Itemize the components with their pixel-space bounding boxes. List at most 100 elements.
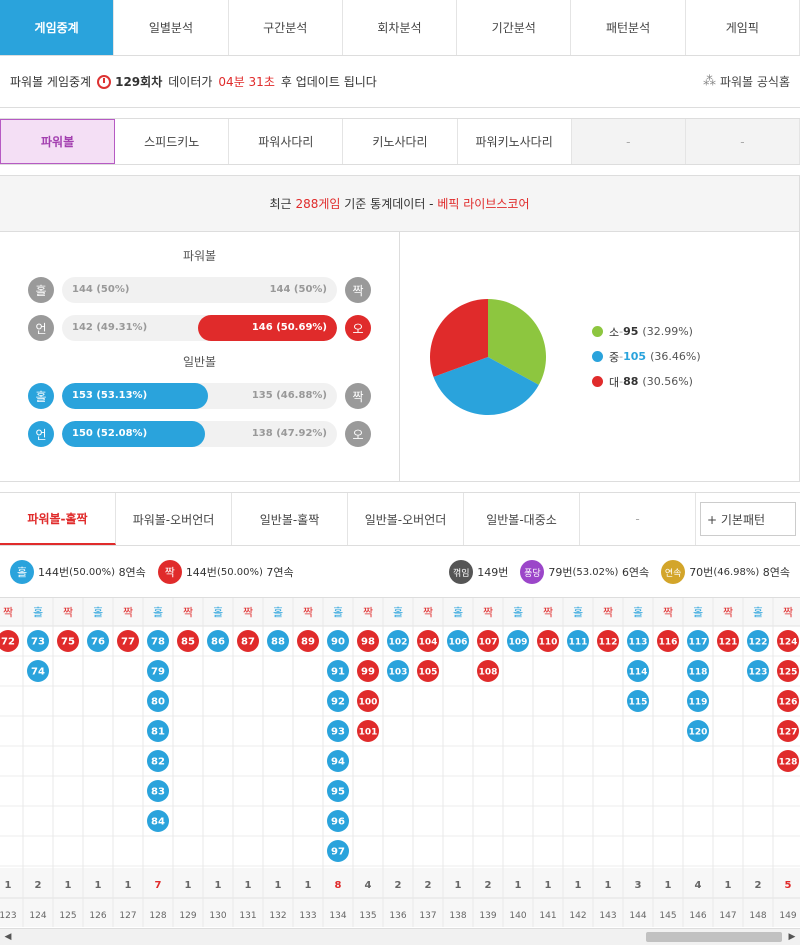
pattern-tab-3[interactable]: 일반볼-오버언더 bbox=[348, 493, 464, 545]
legend-dot-icon bbox=[592, 351, 603, 362]
result-ball-number: 120 bbox=[689, 728, 708, 738]
result-ball-number: 79 bbox=[151, 667, 165, 678]
streak-length: 2 bbox=[485, 880, 492, 891]
consecutive-pct: (46.98%) bbox=[713, 566, 760, 578]
result-ball-number: 126 bbox=[779, 698, 798, 708]
legend-pct: (30.56%) bbox=[642, 375, 693, 388]
column-header: 짝 bbox=[243, 606, 253, 619]
stat-track: 153 (53.13%) 135 (46.88%) bbox=[62, 383, 337, 409]
result-ball-number: 92 bbox=[331, 697, 345, 708]
break-count: 149번 bbox=[477, 566, 509, 579]
top-tab-1[interactable]: 일별분석 bbox=[114, 0, 229, 55]
column-index: 133 bbox=[299, 911, 316, 921]
column-index: 127 bbox=[119, 911, 136, 921]
result-ball-number: 128 bbox=[779, 758, 798, 768]
result-ball-number: 115 bbox=[629, 698, 648, 708]
pattern-tab-2[interactable]: 일반볼-홀짝 bbox=[232, 493, 348, 545]
streak-length: 1 bbox=[545, 880, 552, 891]
column-index: 148 bbox=[749, 911, 766, 921]
result-ball-number: 117 bbox=[689, 638, 708, 648]
streak-length: 1 bbox=[245, 880, 252, 891]
column-index: 146 bbox=[689, 911, 706, 921]
streak-length: 1 bbox=[65, 880, 72, 891]
column-index: 141 bbox=[539, 911, 556, 921]
stat-row-1: 언 142 (49.31%) 146 (50.69%) 오 bbox=[28, 314, 371, 342]
odd-badge: 홀 bbox=[10, 560, 34, 584]
consecutive-badge: 연속 bbox=[661, 560, 686, 584]
stat-right-value: 146 (50.69%) bbox=[251, 322, 327, 333]
result-ball-number: 91 bbox=[331, 667, 345, 678]
stat-left-value: 150 (52.08%) bbox=[72, 428, 148, 439]
pattern-tab-4[interactable]: 일반볼-대중소 bbox=[464, 493, 580, 545]
basic-pattern-button[interactable]: + 기본패턴 bbox=[700, 502, 796, 536]
column-index: 142 bbox=[569, 911, 586, 921]
sub-tab-1[interactable]: 스피드키노 bbox=[115, 119, 230, 164]
top-tab-2[interactable]: 구간분석 bbox=[229, 0, 343, 55]
stat-track: 144 (50%) 144 (50%) bbox=[62, 277, 337, 303]
result-ball-number: 80 bbox=[151, 697, 165, 708]
streak-length: 1 bbox=[515, 880, 522, 891]
scroll-left-icon[interactable]: ◀ bbox=[0, 929, 16, 945]
top-tab-0[interactable]: 게임중계 bbox=[0, 0, 115, 55]
stat-right-badge: 오 bbox=[345, 315, 371, 341]
top-tab-4[interactable]: 기간분석 bbox=[457, 0, 572, 55]
result-ball-number: 106 bbox=[449, 638, 468, 648]
top-nav: 게임중계 일별분석 구간분석 회차분석 기간분석 패턴분석 게임픽 bbox=[0, 0, 800, 56]
sub-tab-0[interactable]: 파워볼 bbox=[0, 119, 116, 164]
official-link[interactable]: ⁂ 파워볼 공식홈 bbox=[703, 73, 790, 90]
result-ball-number: 102 bbox=[389, 638, 408, 648]
result-ball-number: 119 bbox=[689, 698, 708, 708]
scroll-thumb[interactable] bbox=[646, 932, 782, 942]
column-header: 홀 bbox=[573, 606, 583, 619]
horizontal-scrollbar[interactable]: ◀ ▶ bbox=[0, 928, 800, 945]
pattern-tab-1[interactable]: 파워볼-오버언더 bbox=[116, 493, 232, 545]
column-header: 짝 bbox=[303, 606, 313, 619]
result-ball-number: 87 bbox=[241, 637, 255, 648]
top-tab-5[interactable]: 패턴분석 bbox=[571, 0, 686, 55]
stats-header-c: 기준 통계데이터 - bbox=[344, 197, 434, 211]
sub-tab-5: - bbox=[571, 119, 686, 164]
column-header: 짝 bbox=[123, 606, 133, 619]
top-tab-6[interactable]: 게임픽 bbox=[686, 0, 800, 55]
result-ball-number: 110 bbox=[539, 638, 558, 648]
pattern-tab-0[interactable]: 파워볼-홀짝 bbox=[0, 493, 116, 545]
top-tab-3[interactable]: 회차분석 bbox=[343, 0, 458, 55]
sub-tab-3[interactable]: 키노사다리 bbox=[343, 119, 458, 164]
sub-tab-4[interactable]: 파워키노사다리 bbox=[457, 119, 572, 164]
legend-count: 95 bbox=[623, 325, 639, 338]
streak-length: 3 bbox=[635, 880, 642, 891]
column-header: 짝 bbox=[663, 606, 673, 619]
result-ball-number: 127 bbox=[779, 728, 798, 738]
sub-tab-2[interactable]: 파워사다리 bbox=[229, 119, 344, 164]
column-index: 143 bbox=[599, 911, 616, 921]
stat-left-value: 144 (50%) bbox=[72, 284, 130, 295]
result-ball-number: 97 bbox=[331, 847, 345, 858]
odd-pct: (50.00%) bbox=[69, 566, 116, 578]
column-index: 131 bbox=[239, 911, 256, 921]
column-header: 홀 bbox=[393, 606, 403, 619]
odd-summary: 홀 144번 (50.00%) 8연속 bbox=[10, 560, 146, 584]
update-text-1: 데이터가 bbox=[168, 75, 213, 89]
result-ball-number: 123 bbox=[749, 668, 768, 678]
alternate-badge: 퐁당 bbox=[520, 560, 545, 584]
column-index: 138 bbox=[449, 911, 466, 921]
stat-right-badge: 짝 bbox=[345, 277, 371, 303]
streak-length: 1 bbox=[575, 880, 582, 891]
break-summary: 꺾임 149번 bbox=[449, 560, 508, 584]
odd-count: 144번 bbox=[38, 566, 70, 579]
pattern-tabs: 파워볼-홀짝 파워볼-오버언더 일반볼-홀짝 일반볼-오버언더 일반볼-대중소 - + 기본… bbox=[0, 492, 800, 546]
powerball-title: 파워볼 bbox=[182, 249, 217, 263]
legend-dot-icon bbox=[592, 326, 603, 337]
result-ball-number: 112 bbox=[599, 638, 618, 648]
result-ball-number: 74 bbox=[31, 667, 45, 678]
result-ball-number: 101 bbox=[359, 728, 378, 738]
legend-label: 대 bbox=[609, 375, 620, 389]
result-ball-number: 103 bbox=[389, 668, 408, 678]
scroll-right-icon[interactable]: ▶ bbox=[784, 929, 800, 945]
column-index: 136 bbox=[389, 911, 406, 921]
column-header: 홀 bbox=[273, 606, 283, 619]
streak-length: 2 bbox=[425, 880, 432, 891]
odd-streak: 8연속 bbox=[118, 566, 146, 579]
stat-row-2: 홀 153 (53.13%) 135 (46.88%) 짝 bbox=[28, 382, 371, 410]
result-ball-number: 81 bbox=[151, 727, 165, 738]
